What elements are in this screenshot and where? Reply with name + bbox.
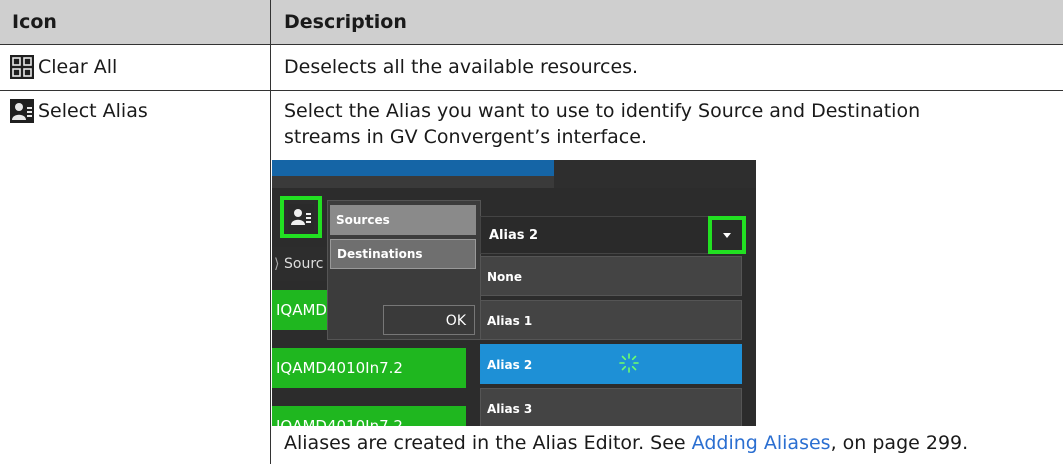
row-description-select-alias-line2: streams in GV Convergent’s interface. [284, 126, 647, 148]
dark-header-strip [554, 160, 756, 188]
header-icon: Icon [12, 11, 57, 33]
header-description: Description [284, 11, 407, 33]
icon-description-table: Icon Description Clear All Deselects all… [0, 0, 1063, 464]
footer-note-page: , on page 299. [830, 432, 969, 454]
row-description-clear-all: Deselects all the available resources. [284, 56, 639, 78]
alias-dropdown[interactable]: Alias 2 [480, 216, 746, 254]
tab-sources[interactable]: Sources [330, 205, 476, 235]
divider [0, 44, 1063, 45]
highlight-select-alias-button [280, 196, 322, 238]
spinner-icon [618, 352, 640, 374]
source-item[interactable]: IQAMD4010In7.2 [272, 406, 466, 426]
highlight-dropdown-caret [708, 216, 746, 254]
divider [0, 90, 1063, 91]
alias-option[interactable]: Alias 1 [480, 300, 742, 340]
alias-option[interactable]: Alias 3 [480, 388, 742, 426]
source-item[interactable]: IQAMD4010In7.2 [272, 348, 466, 388]
clear-all-grid-icon [10, 55, 34, 79]
alias-popup: Sources Destinations OK [327, 200, 481, 340]
alias-selector-screenshot: Sourc IQAMD IQAMD4010In7.2 IQAMD4010In7.… [272, 160, 756, 426]
row-label-select-alias: Select Alias [38, 100, 148, 122]
table-header [0, 0, 1063, 44]
footer-note: Aliases are created in the Alias Editor.… [284, 432, 968, 454]
alias-option-selected[interactable]: Alias 2 [480, 344, 742, 384]
alias-option[interactable]: None [480, 256, 742, 296]
select-alias-person-list-icon [10, 99, 34, 123]
adding-aliases-link[interactable]: Adding Aliases [692, 432, 831, 454]
tab-destinations[interactable]: Destinations [330, 239, 476, 269]
row-description-select-alias-line1: Select the Alias you want to use to iden… [284, 100, 921, 122]
blue-header-strip [272, 160, 554, 176]
ok-button[interactable]: OK [383, 305, 475, 335]
footer-note-text: Aliases are created in the Alias Editor.… [284, 432, 692, 454]
row-label-clear-all: Clear All [38, 56, 118, 78]
column-divider [270, 0, 271, 464]
